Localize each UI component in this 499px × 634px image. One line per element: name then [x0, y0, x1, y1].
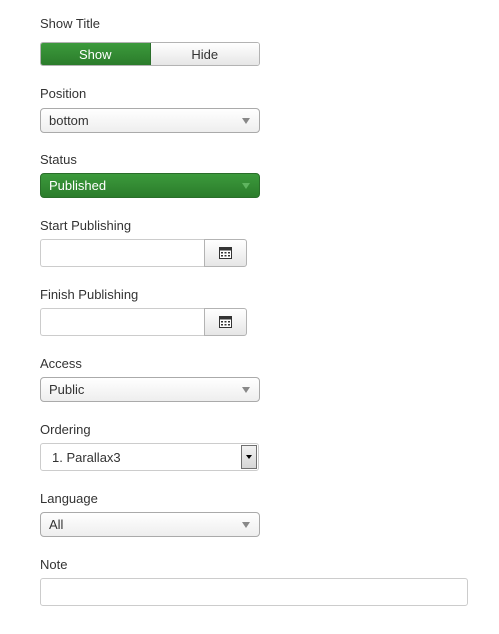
- access-label: Access: [40, 356, 82, 371]
- position-select[interactable]: bottom: [40, 108, 260, 133]
- language-select[interactable]: All: [40, 512, 260, 537]
- ordering-value: 1. Parallax3: [52, 449, 121, 465]
- caret-down-icon: [242, 183, 250, 189]
- note-label: Note: [40, 557, 68, 572]
- finish-publishing-label: Finish Publishing: [40, 287, 139, 302]
- hide-option-button[interactable]: Hide: [150, 43, 259, 65]
- position-value: bottom: [49, 113, 89, 128]
- caret-down-icon: [242, 387, 250, 393]
- position-label: Position: [40, 86, 87, 101]
- status-label: Status: [40, 152, 77, 167]
- status-value: Published: [49, 178, 107, 193]
- show-option-button[interactable]: Show: [41, 43, 151, 65]
- finish-publishing-input[interactable]: [40, 308, 204, 336]
- access-select[interactable]: Public: [40, 377, 260, 402]
- status-select[interactable]: Published: [40, 173, 260, 198]
- start-publishing-group: [40, 239, 247, 267]
- caret-down-icon: [242, 522, 250, 528]
- language-label: Language: [40, 491, 98, 506]
- finish-publishing-group: [40, 308, 247, 336]
- calendar-icon: [219, 316, 232, 328]
- show-title-label: Show Title: [40, 16, 100, 31]
- start-publishing-label: Start Publishing: [40, 218, 132, 233]
- ordering-select[interactable]: 1. Parallax3: [40, 443, 259, 471]
- finish-publishing-calendar-button[interactable]: [204, 308, 247, 336]
- caret-down-icon: [242, 118, 250, 124]
- note-input[interactable]: [40, 578, 468, 606]
- ordering-dropdown-button[interactable]: [241, 445, 257, 469]
- triangle-down-icon: [246, 455, 252, 459]
- start-publishing-input[interactable]: [40, 239, 204, 267]
- access-value: Public: [49, 382, 85, 397]
- calendar-icon: [219, 247, 232, 259]
- ordering-label: Ordering: [40, 422, 91, 437]
- show-title-toggle[interactable]: Show Hide: [40, 42, 260, 66]
- language-value: All: [49, 517, 64, 532]
- start-publishing-calendar-button[interactable]: [204, 239, 247, 267]
